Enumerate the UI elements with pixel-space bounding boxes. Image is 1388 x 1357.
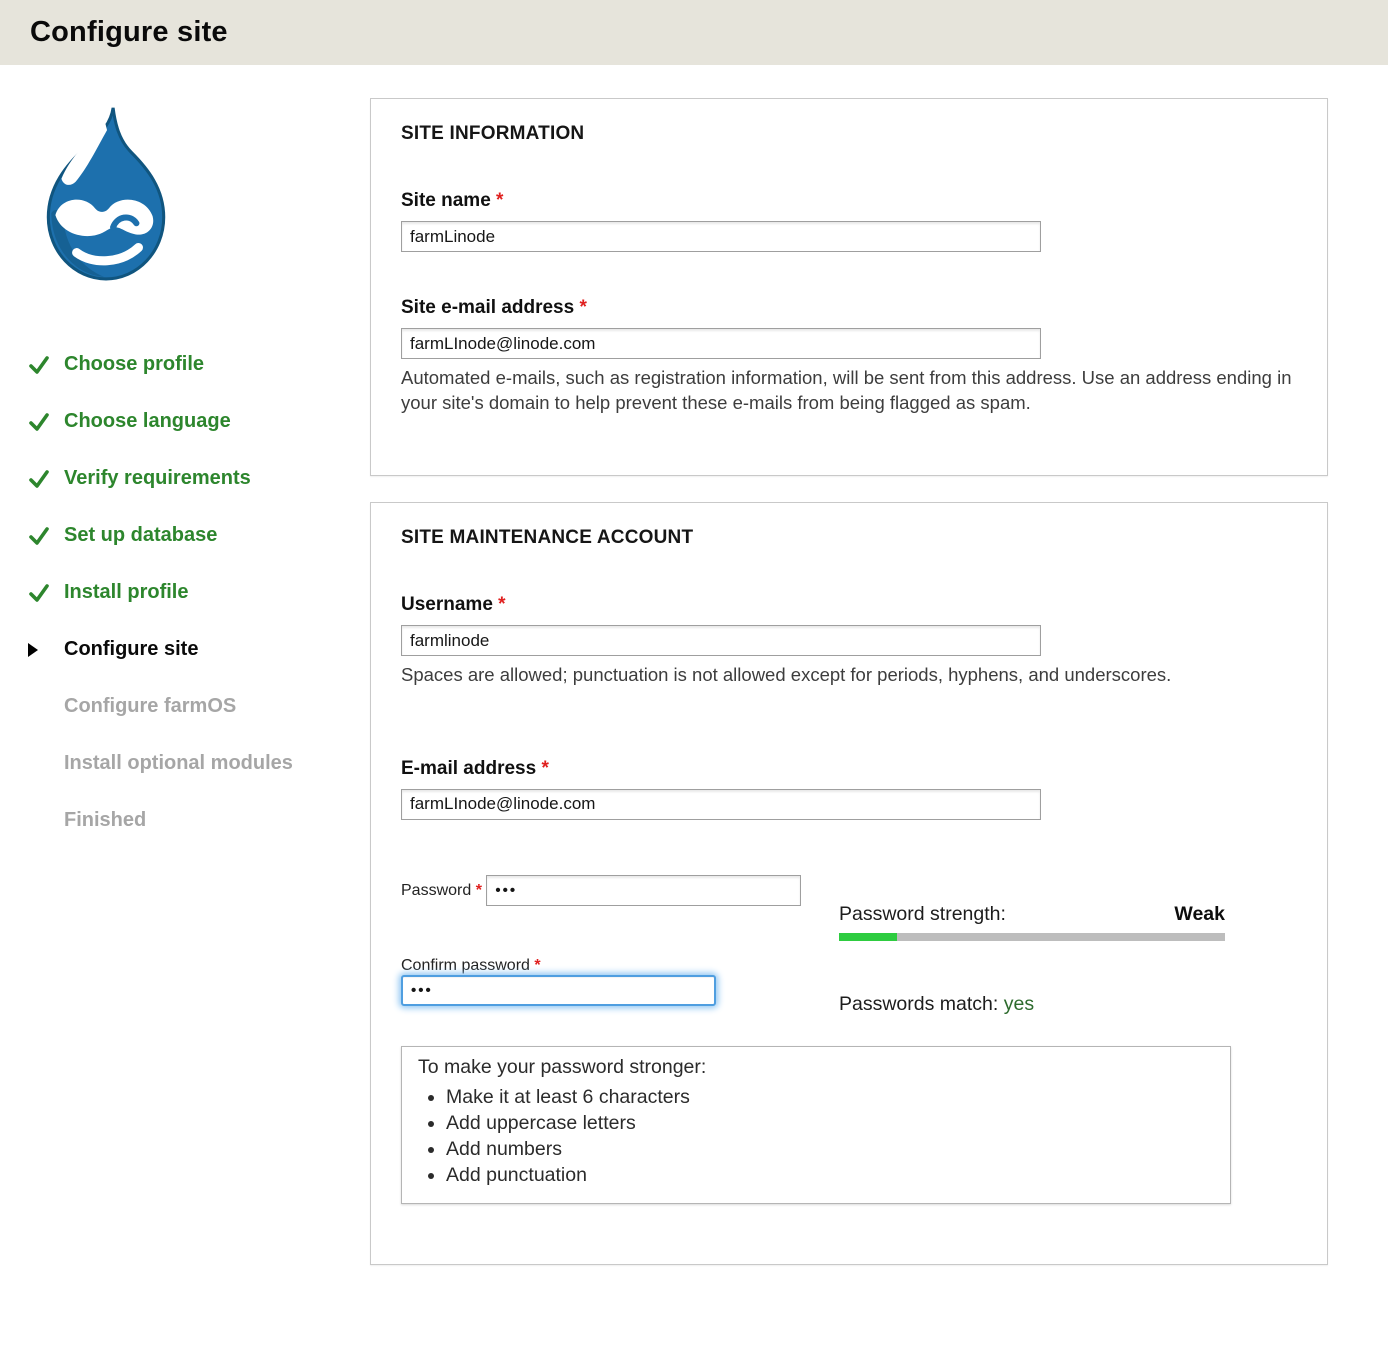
password-suggestion-item: Make it at least 6 characters	[446, 1086, 1214, 1109]
password-strength-bar-fill	[839, 933, 897, 941]
current-step-triangle-icon	[28, 643, 52, 657]
account-email-label: E-mail address *	[401, 758, 1297, 780]
password-strength-label: Password strength:	[839, 903, 1006, 926]
site-information-fieldset: SITE INFORMATION Site name * Site e-mail…	[370, 98, 1328, 476]
passwords-match-value: yes	[1004, 993, 1034, 1015]
main-layout: Choose profile Choose language Verify re…	[0, 65, 1388, 1291]
site-email-label: Site e-mail address *	[401, 297, 1297, 319]
password-suggestions-box: To make your password stronger: Make it …	[401, 1046, 1231, 1204]
site-maintenance-account-fieldset: SITE MAINTENANCE ACCOUNT Username * Spac…	[370, 502, 1328, 1265]
password-suggestion-item: Add punctuation	[446, 1164, 1214, 1187]
username-label: Username *	[401, 594, 1297, 616]
task-finished: Finished	[28, 808, 370, 833]
check-icon	[28, 355, 52, 375]
password-suggestion-item: Add uppercase letters	[446, 1112, 1214, 1135]
required-marker: *	[541, 758, 548, 779]
password-suggestions-list: Make it at least 6 characters Add upperc…	[418, 1086, 1214, 1187]
password-label: Password *	[401, 882, 482, 899]
password-input[interactable]	[486, 875, 801, 906]
task-install-profile: Install profile	[28, 580, 370, 605]
configure-site-form: SITE INFORMATION Site name * Site e-mail…	[370, 65, 1328, 1291]
page-header: Configure site	[0, 0, 1388, 65]
task-choose-language: Choose language	[28, 409, 370, 434]
check-icon	[28, 526, 52, 546]
site-name-label: Site name *	[401, 190, 1297, 212]
username-input[interactable]	[401, 625, 1041, 656]
task-configure-farmos: Configure farmOS	[28, 694, 370, 719]
username-form-item: Username * Spaces are allowed; punctuati…	[401, 594, 1297, 688]
account-email-input[interactable]	[401, 789, 1041, 820]
confirm-password-row: Confirm password * Passwords match: yes	[401, 957, 1297, 1016]
task-configure-site-current: Configure site	[28, 637, 370, 662]
task-choose-profile: Choose profile	[28, 352, 370, 377]
site-maintenance-account-legend: SITE MAINTENANCE ACCOUNT	[401, 527, 1297, 549]
install-sidebar: Choose profile Choose language Verify re…	[0, 65, 370, 1291]
task-verify-requirements: Verify requirements	[28, 466, 370, 491]
passwords-match-status: Passwords match: yes	[839, 993, 1225, 1016]
site-name-form-item: Site name *	[401, 190, 1297, 252]
username-description: Spaces are allowed; punctuation is not a…	[401, 663, 1231, 688]
password-strength-level: Weak	[1174, 903, 1225, 926]
site-email-input[interactable]	[401, 328, 1041, 359]
required-marker: *	[496, 190, 503, 211]
site-information-legend: SITE INFORMATION	[401, 123, 1297, 145]
password-strength-widget: Password strength: Weak	[839, 903, 1225, 941]
required-marker: *	[476, 882, 482, 899]
required-marker: *	[579, 297, 586, 318]
check-icon	[28, 583, 52, 603]
site-email-form-item: Site e-mail address * Automated e-mails,…	[401, 297, 1297, 415]
confirm-password-input[interactable]	[401, 975, 716, 1006]
password-suggestions-title: To make your password stronger:	[418, 1056, 1214, 1079]
account-email-form-item: E-mail address *	[401, 758, 1297, 820]
password-strength-bar	[839, 933, 1225, 941]
site-email-description: Automated e-mails, such as registration …	[401, 366, 1297, 415]
check-icon	[28, 469, 52, 489]
install-task-list: Choose profile Choose language Verify re…	[28, 352, 370, 833]
page-title: Configure site	[30, 16, 228, 49]
password-suggestion-item: Add numbers	[446, 1138, 1214, 1161]
required-marker: *	[498, 594, 505, 615]
password-row: Password * Password strength: Weak	[401, 875, 1297, 941]
confirm-password-label: Confirm password *	[401, 957, 541, 974]
check-icon	[28, 412, 52, 432]
site-name-input[interactable]	[401, 221, 1041, 252]
drupal-logo-icon	[24, 100, 186, 306]
required-marker: *	[534, 957, 540, 974]
task-install-optional-modules: Install optional modules	[28, 751, 370, 776]
task-set-up-database: Set up database	[28, 523, 370, 548]
